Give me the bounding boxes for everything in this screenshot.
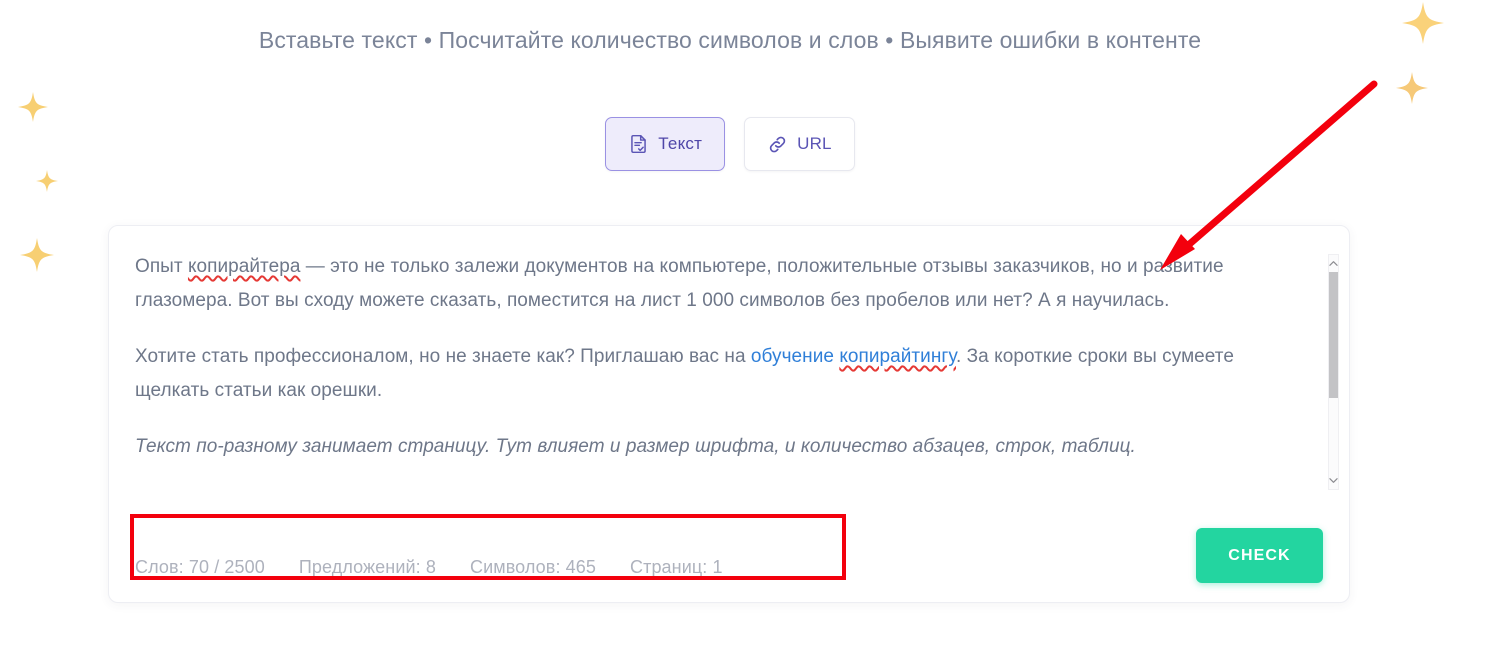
scroll-down-button[interactable] bbox=[1329, 472, 1338, 489]
tab-text[interactable]: Текст bbox=[605, 117, 726, 171]
text-analyzer-card: Опыт копирайтера — это не только залежи … bbox=[108, 225, 1350, 603]
stat-characters: Символов: 465 bbox=[469, 557, 596, 577]
link-misspelled-kopiraytingu[interactable]: копирайтингу bbox=[839, 346, 956, 367]
paragraph-2-run-1: Хотите стать профессионалом, но не знает… bbox=[135, 346, 751, 367]
scrollbar-thumb[interactable] bbox=[1329, 272, 1338, 398]
editor-scrollbar[interactable] bbox=[1328, 254, 1339, 490]
page-title: Вставьте текст • Посчитайте количество с… bbox=[258, 27, 1202, 53]
stat-pages: Страниц: 1 bbox=[630, 557, 723, 577]
scroll-up-button[interactable] bbox=[1329, 255, 1338, 272]
sparkle-left-middle bbox=[36, 170, 58, 192]
sparkle-left-bottom bbox=[20, 238, 54, 272]
editor-paragraph-1: Опыт копирайтера — это не только залежи … bbox=[135, 250, 1302, 318]
tab-text-label: Текст bbox=[658, 134, 703, 153]
scrollbar-track[interactable] bbox=[1329, 272, 1338, 472]
tab-url[interactable]: URL bbox=[744, 117, 855, 171]
chevron-up-icon bbox=[1329, 261, 1338, 266]
stat-sentences: Предложений: 8 bbox=[298, 557, 436, 577]
misspelled-word-kopiraytera[interactable]: копирайтера bbox=[188, 256, 300, 277]
link-icon bbox=[767, 134, 788, 155]
sparkle-right-bottom bbox=[1396, 72, 1428, 104]
input-mode-tabs: Текст URL bbox=[0, 117, 1460, 171]
paragraph-1-run-1: Опыт bbox=[135, 256, 188, 277]
text-input[interactable]: Опыт копирайтера — это не только залежи … bbox=[109, 226, 1328, 508]
tab-url-label: URL bbox=[797, 134, 832, 153]
stat-words: Слов: 70 / 2500 bbox=[135, 557, 265, 577]
editor-area: Опыт копирайтера — это не только залежи … bbox=[109, 226, 1349, 508]
link-obuchenie[interactable]: обучение bbox=[751, 346, 839, 367]
editor-paragraph-3: Текст по-разному занимает страницу. Тут … bbox=[135, 430, 1302, 464]
check-button[interactable]: CHECK bbox=[1196, 528, 1323, 583]
paragraph-3-run-1: Текст по-разному занимает страницу. Тут … bbox=[135, 436, 1136, 457]
statistics-bar: Слов: 70 / 2500 Предложений: 8 Символов:… bbox=[135, 557, 723, 578]
document-check-icon bbox=[628, 133, 649, 155]
editor-paragraph-2: Хотите стать профессионалом, но не знает… bbox=[135, 340, 1302, 408]
chevron-down-icon bbox=[1329, 478, 1338, 483]
